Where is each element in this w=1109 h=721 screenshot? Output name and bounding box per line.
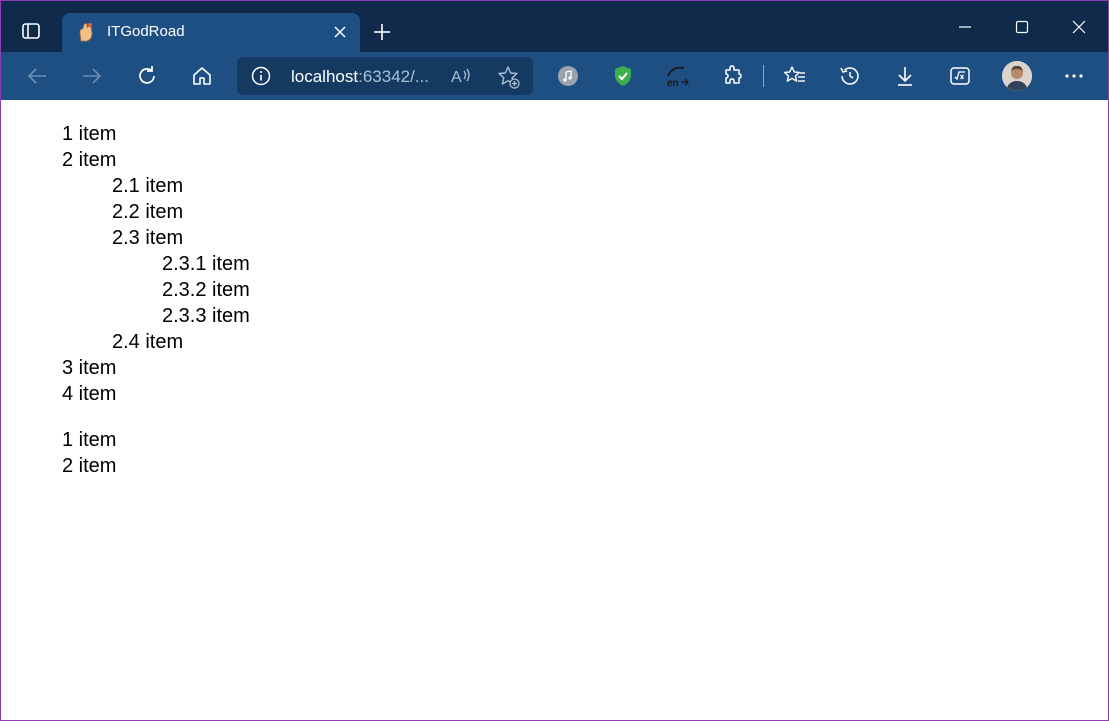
second-list: 1 item 2 item (62, 427, 116, 479)
refresh-icon[interactable] (131, 60, 163, 92)
translate-extension-icon[interactable]: en (662, 60, 694, 92)
address-bar[interactable]: localhost:63342/... A (237, 57, 533, 95)
shield-extension-icon[interactable] (607, 60, 639, 92)
nested-list: 1 item 2 item 2.1 item 2.2 item 2.3 item… (62, 121, 250, 407)
maximize-icon[interactable] (1002, 7, 1042, 47)
arrow-right-icon[interactable] (76, 60, 108, 92)
toolbar-divider (763, 65, 764, 87)
toolbar: localhost:63342/... A en (1, 52, 1108, 100)
info-icon[interactable] (251, 66, 271, 86)
favorites-icon[interactable] (779, 60, 811, 92)
more-icon[interactable] (1058, 60, 1090, 92)
list-item: 2.3.2 item (162, 279, 250, 301)
list-item: 2.2 item (112, 201, 184, 223)
url-text[interactable]: localhost:63342/... (291, 67, 429, 87)
svg-text:en: en (667, 78, 679, 89)
list-item: 2.1 item (112, 175, 184, 197)
download-icon[interactable] (889, 60, 921, 92)
hand-favicon-icon (75, 21, 97, 43)
url-host: localhost (291, 67, 359, 86)
minimize-icon[interactable] (945, 7, 985, 47)
avatar[interactable] (1002, 61, 1032, 91)
browser-window: ITGodRoad localhost:63342/... A en 1 ite… (0, 0, 1109, 721)
plus-icon[interactable] (367, 17, 397, 47)
list-item: 3 item (62, 357, 117, 379)
page-content: 1 item 2 item 2.1 item 2.2 item 2.3 item… (1, 100, 1108, 720)
list-item: 1 item (62, 123, 117, 145)
puzzle-icon[interactable] (717, 60, 749, 92)
math-solver-icon[interactable] (944, 60, 976, 92)
history-icon[interactable] (834, 60, 866, 92)
list-item: 2 item (62, 149, 117, 171)
list-item: 4 item (62, 383, 117, 405)
svg-text:A: A (451, 69, 462, 86)
tab-actions-icon[interactable] (11, 13, 51, 49)
list-item: 2 item (62, 455, 117, 477)
home-icon[interactable] (186, 60, 218, 92)
title-bar: ITGodRoad (1, 1, 1108, 52)
list-item: 2.4 item (112, 331, 184, 353)
arrow-left-icon[interactable] (21, 60, 53, 92)
music-extension-icon[interactable] (552, 60, 584, 92)
close-icon[interactable] (330, 22, 350, 42)
tab-title: ITGodRoad (107, 23, 185, 40)
list-item: 2.3.1 item (162, 253, 250, 275)
url-rest: :63342/... (358, 67, 429, 86)
list-item: 2.3.3 item (162, 305, 250, 327)
read-aloud-icon[interactable]: A (450, 65, 474, 87)
list-item: 2.3 item (112, 227, 184, 249)
window-close-icon[interactable] (1059, 7, 1099, 47)
list-item: 1 item (62, 429, 117, 451)
star-add-icon[interactable] (496, 64, 522, 90)
tab-active[interactable]: ITGodRoad (62, 13, 360, 52)
